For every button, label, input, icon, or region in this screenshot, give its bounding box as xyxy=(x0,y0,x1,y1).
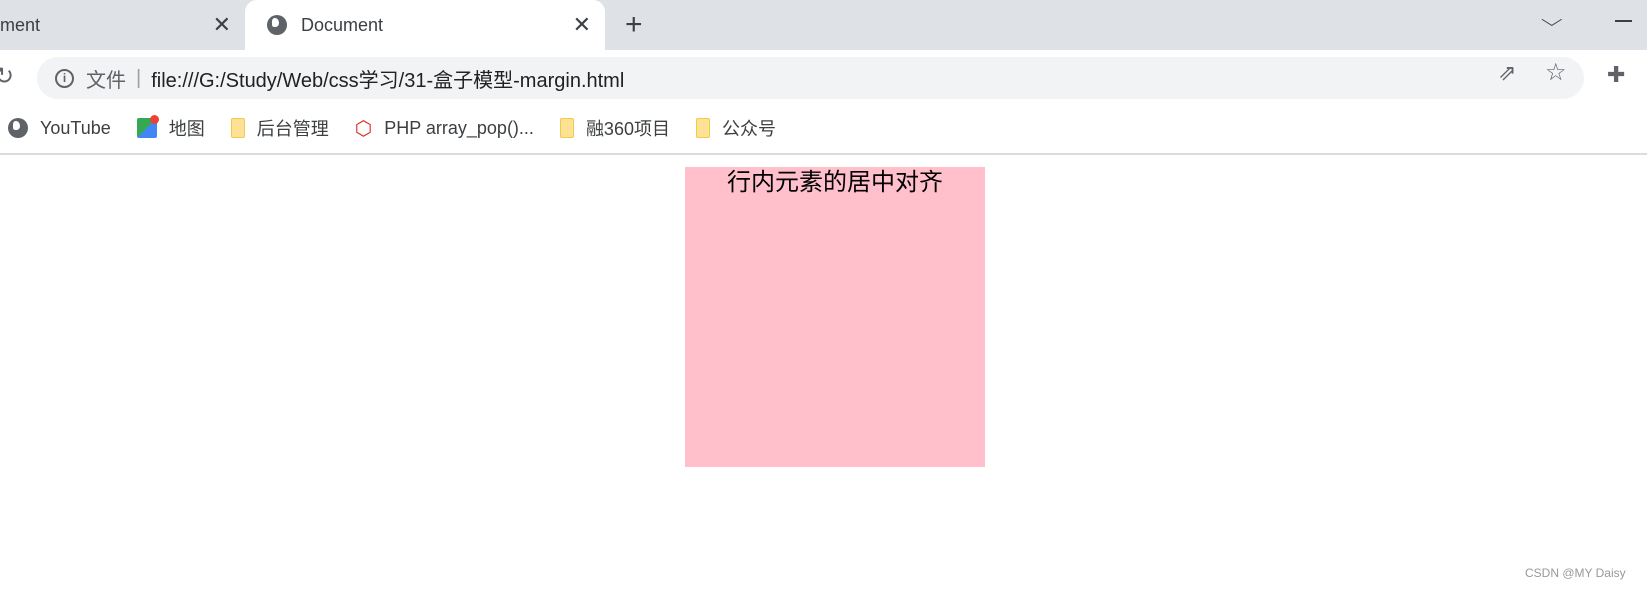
maps-icon xyxy=(136,115,159,138)
folder-icon xyxy=(230,118,245,138)
bookmark-admin[interactable]: 后台管理 xyxy=(230,115,329,141)
tab-strip: ment ✕ Document ✕ + ⌵ xyxy=(0,0,1647,50)
tab-inactive[interactable]: ment ✕ xyxy=(0,0,245,50)
tab-active[interactable]: Document ✕ xyxy=(245,0,605,50)
folder-icon xyxy=(695,118,710,138)
star-icon[interactable]: ☆ xyxy=(1545,58,1567,87)
bookmark-label: 公众号 xyxy=(721,119,776,139)
new-tab-button[interactable]: + xyxy=(625,8,643,42)
minimize-button[interactable] xyxy=(1615,20,1632,22)
bookmark-official[interactable]: 公众号 xyxy=(695,115,776,141)
separator: | xyxy=(136,66,142,89)
tab-title: Document xyxy=(301,14,384,35)
pink-box: 行内元素的居中对齐 xyxy=(685,167,985,467)
bookmark-label: PHP array_pop()... xyxy=(384,117,534,138)
puzzle-icon[interactable]: ✚ xyxy=(1607,62,1625,88)
globe-icon xyxy=(8,118,28,138)
scheme-label: 文件 xyxy=(86,69,126,92)
bookmark-maps[interactable]: 地图 xyxy=(136,115,205,141)
tab-title: ment xyxy=(0,14,41,35)
bookmark-label: 融360项目 xyxy=(585,119,670,139)
bookmark-rong360[interactable]: 融360项目 xyxy=(559,115,670,141)
address-bar[interactable]: i 文件 | file:///G:/Study/Web/css学习/31-盒子模… xyxy=(37,57,1584,99)
url-text[interactable]: file:///G:/Study/Web/css学习/31-盒子模型-margi… xyxy=(151,64,624,93)
watermark: CSDN @MY Daisy xyxy=(1525,566,1626,580)
reload-icon[interactable]: ↻ xyxy=(0,62,14,91)
bookmark-label: 地图 xyxy=(168,119,205,139)
share-icon[interactable]: ⇗ xyxy=(1498,60,1516,86)
close-icon[interactable]: ✕ xyxy=(573,12,591,38)
globe-icon xyxy=(267,15,287,35)
bookmark-label: 后台管理 xyxy=(256,119,329,139)
close-icon[interactable]: ✕ xyxy=(213,12,231,38)
box-text: 行内元素的居中对齐 xyxy=(727,169,943,196)
bookmarks-bar: YouTube 地图 后台管理 ⬡ PHP array_pop()... 融360… xyxy=(0,108,802,148)
php-icon: ⬡ xyxy=(354,117,373,140)
chevron-down-icon[interactable]: ⌵ xyxy=(1541,10,1563,31)
info-icon[interactable]: i xyxy=(55,68,74,88)
divider xyxy=(0,153,1647,155)
toolbar: ↻ i 文件 | file:///G:/Study/Web/css学习/31-盒… xyxy=(0,50,1647,102)
folder-icon xyxy=(559,118,574,138)
bookmark-label: YouTube xyxy=(40,117,111,138)
bookmark-youtube[interactable]: YouTube xyxy=(8,118,111,139)
bookmark-php[interactable]: ⬡ PHP array_pop()... xyxy=(355,116,534,141)
